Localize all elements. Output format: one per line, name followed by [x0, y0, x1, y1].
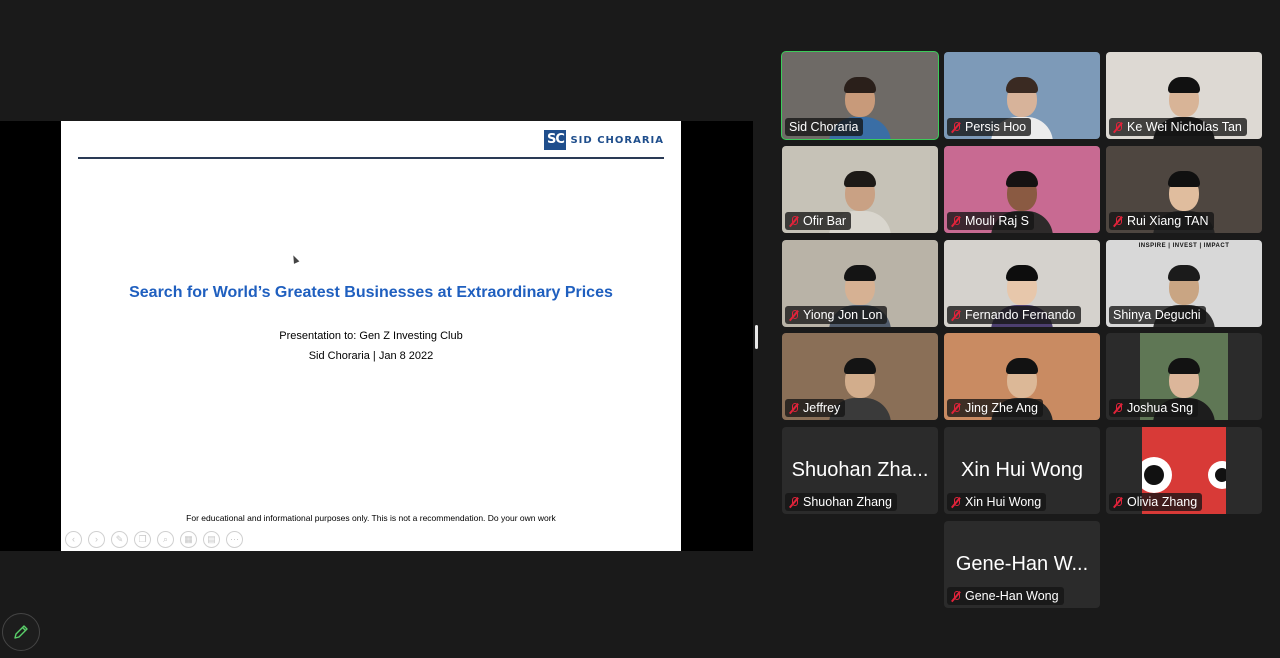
shared-screen: SC SID CHORARIA Search for World’s Great… — [0, 121, 753, 551]
slide-disclaimer: For educational and informational purpos… — [186, 513, 556, 523]
presentation-slide: SC SID CHORARIA Search for World’s Great… — [61, 121, 681, 551]
participant-tile[interactable]: Yiong Jon Lon — [782, 240, 938, 327]
participant-tile[interactable]: Fernando Fernando — [944, 240, 1100, 327]
participant-name: Joshua Sng — [1127, 401, 1194, 415]
muted-mic-icon — [789, 402, 799, 414]
logo-mark: SC — [544, 130, 567, 150]
participant-name: Gene-Han Wong — [965, 589, 1059, 603]
participant-name-tag: Persis Hoo — [947, 118, 1032, 136]
forward-icon[interactable]: › — [88, 531, 105, 548]
more-icon[interactable]: ⋯ — [226, 531, 243, 548]
participant-name: Persis Hoo — [965, 120, 1027, 134]
participant-name: Rui Xiang TAN — [1127, 214, 1209, 228]
participant-name-tag: Shinya Deguchi — [1109, 306, 1206, 324]
participant-tile[interactable]: Ofir Bar — [782, 146, 938, 233]
participant-name-tag: Xin Hui Wong — [947, 493, 1047, 511]
slide-subtitle-date: Sid Choraria | Jan 8 2022 — [308, 350, 434, 362]
participant-name: Shinya Deguchi — [1113, 308, 1201, 322]
muted-mic-icon — [951, 402, 961, 414]
participant-name: Sid Choraria — [789, 120, 859, 134]
muted-mic-icon — [951, 215, 961, 227]
slide-title: Search for World’s Greatest Businesses a… — [129, 284, 613, 301]
participant-name: Mouli Raj S — [965, 214, 1029, 228]
pencil-icon — [14, 625, 28, 639]
header-rule — [78, 157, 664, 159]
participant-tile[interactable]: Shuohan Zha... Shuohan Zhang — [782, 427, 938, 514]
subtitle-icon[interactable]: ▤ — [203, 531, 220, 548]
participant-name-tag: Ofir Bar — [785, 212, 852, 230]
participant-tile[interactable]: Rui Xiang TAN — [1106, 146, 1262, 233]
participant-name: Ke Wei Nicholas Tan — [1127, 120, 1242, 134]
participant-tile[interactable]: INSPIRE | INVEST | IMPACT Shinya Deguchi — [1106, 240, 1262, 327]
muted-mic-icon — [1113, 496, 1123, 508]
participant-name-tag: Shuohan Zhang — [785, 493, 897, 511]
participant-name: Jeffrey — [803, 401, 841, 415]
muted-mic-icon — [789, 496, 799, 508]
participant-tile[interactable]: Mouli Raj S — [944, 146, 1100, 233]
participant-name-tag: Fernando Fernando — [947, 306, 1081, 324]
participant-name-tag: Ke Wei Nicholas Tan — [1109, 118, 1247, 136]
participant-tile[interactable]: Jeffrey — [782, 333, 938, 420]
participant-tile[interactable]: Persis Hoo — [944, 52, 1100, 139]
grid-icon[interactable]: ▦ — [180, 531, 197, 548]
participant-name-tag: Joshua Sng — [1109, 399, 1199, 417]
participant-name-tag: Gene-Han Wong — [947, 587, 1064, 605]
participant-name: Ofir Bar — [803, 214, 847, 228]
participant-tile[interactable]: Ke Wei Nicholas Tan — [1106, 52, 1262, 139]
slide-subtitle-audience: Presentation to: Gen Z Investing Club — [279, 330, 463, 342]
logo-text: SID CHORARIA — [570, 134, 664, 146]
participant-name: Jing Zhe Ang — [965, 401, 1038, 415]
participant-display-name: Gene-Han W... — [955, 553, 1089, 575]
slideshow-toolbar: ‹ › ✎ ❐ ⌕ ▦ ▤ ⋯ — [65, 531, 243, 548]
mouse-cursor-icon — [290, 254, 300, 264]
participant-name: Shuohan Zhang — [803, 495, 892, 509]
participant-display-name: Xin Hui Wong — [961, 459, 1083, 481]
participant-tile[interactable]: Jing Zhe Ang — [944, 333, 1100, 420]
back-icon[interactable]: ‹ — [65, 531, 82, 548]
participant-tile[interactable]: Joshua Sng — [1106, 333, 1262, 420]
brand-logo: SC SID CHORARIA — [544, 130, 664, 150]
participant-name-tag: Jing Zhe Ang — [947, 399, 1043, 417]
participant-name-tag: Olivia Zhang — [1109, 493, 1203, 511]
muted-mic-icon — [951, 496, 961, 508]
participant-tile[interactable]: Gene-Han W... Gene-Han Wong — [944, 521, 1100, 608]
participant-name: Fernando Fernando — [965, 308, 1076, 322]
panel-resize-handle[interactable] — [755, 325, 758, 349]
pen-icon[interactable]: ✎ — [111, 531, 128, 548]
zoom-icon[interactable]: ⌕ — [157, 531, 174, 548]
muted-mic-icon — [951, 309, 961, 321]
poster-title: INSPIRE | INVEST | IMPACT — [1138, 243, 1230, 249]
participant-tile[interactable]: Sid Choraria — [781, 51, 939, 140]
muted-mic-icon — [951, 121, 961, 133]
participant-name-tag: Sid Choraria — [785, 118, 864, 136]
participant-name-tag: Jeffrey — [785, 399, 846, 417]
copy-icon[interactable]: ❐ — [134, 531, 151, 548]
participant-display-name: Shuohan Zha... — [791, 459, 929, 481]
participant-name-tag: Rui Xiang TAN — [1109, 212, 1214, 230]
participant-tile[interactable]: Olivia Zhang — [1106, 427, 1262, 514]
participant-name: Olivia Zhang — [1127, 495, 1198, 509]
participant-name: Yiong Jon Lon — [803, 308, 883, 322]
muted-mic-icon — [951, 590, 961, 602]
annotate-button[interactable] — [2, 613, 40, 651]
participant-name-tag: Yiong Jon Lon — [785, 306, 888, 324]
participant-tile[interactable]: Xin Hui Wong Xin Hui Wong — [944, 427, 1100, 514]
muted-mic-icon — [1113, 215, 1123, 227]
muted-mic-icon — [1113, 121, 1123, 133]
muted-mic-icon — [789, 309, 799, 321]
muted-mic-icon — [1113, 402, 1123, 414]
participant-name: Xin Hui Wong — [965, 495, 1042, 509]
muted-mic-icon — [789, 215, 799, 227]
participant-name-tag: Mouli Raj S — [947, 212, 1034, 230]
